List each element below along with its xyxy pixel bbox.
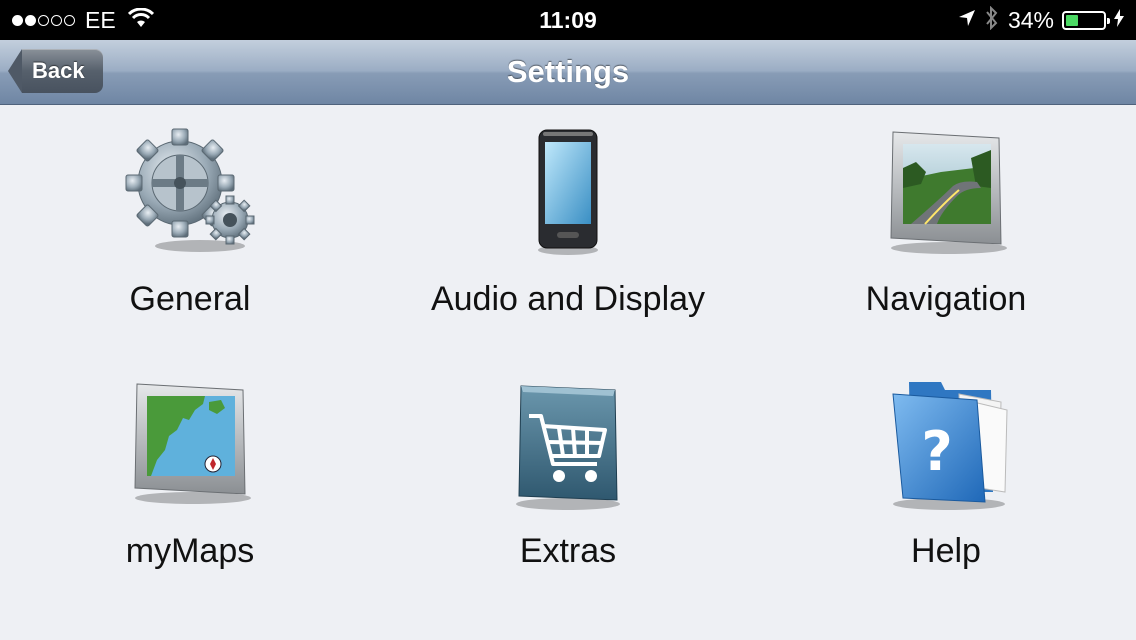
menu-item-label: Extras: [519, 532, 617, 570]
menu-item-extras[interactable]: Extras: [438, 380, 698, 600]
back-arrow-icon: [8, 49, 22, 93]
menu-item-label: Audio and Display: [430, 280, 706, 318]
menu-item-label: General: [129, 280, 251, 318]
battery-percent: 34%: [1007, 6, 1054, 33]
charging-bolt-icon: [1114, 8, 1124, 32]
status-bar: EE 11:09 34%: [0, 0, 1136, 40]
menu-item-label: Help: [911, 532, 981, 570]
svg-text:?: ?: [921, 420, 952, 483]
menu-item-general[interactable]: General: [60, 128, 320, 348]
location-arrow-icon: [958, 9, 976, 32]
phone-icon: [503, 128, 633, 263]
status-left: EE: [12, 0, 154, 40]
menu-item-label: myMaps: [125, 532, 255, 570]
gears-icon: [125, 128, 255, 263]
menu-item-help[interactable]: ? Help: [816, 380, 1076, 600]
bluetooth-icon: [984, 5, 1000, 35]
back-button-label: Back: [22, 49, 103, 93]
battery-icon: [1062, 10, 1110, 30]
menu-item-navigation[interactable]: Navigation: [816, 128, 1076, 348]
signal-strength-icon: [12, 14, 75, 26]
menu-item-mymaps[interactable]: myMaps: [60, 380, 320, 600]
page-title: Settings: [506, 54, 630, 89]
wifi-icon: [127, 7, 154, 33]
menu-item-label: Navigation: [865, 280, 1027, 318]
navigation-screen-icon: [881, 128, 1011, 263]
menu-item-audio-and-display[interactable]: Audio and Display: [431, 128, 705, 348]
status-right: 34%: [958, 0, 1124, 40]
help-folder-icon: ?: [881, 380, 1011, 515]
carrier-name: EE: [85, 6, 116, 33]
navigation-bar: Settings Back: [0, 40, 1136, 105]
back-button[interactable]: Back: [8, 49, 103, 93]
shopping-cart-icon: [503, 380, 633, 515]
map-screen-icon: [125, 380, 255, 515]
